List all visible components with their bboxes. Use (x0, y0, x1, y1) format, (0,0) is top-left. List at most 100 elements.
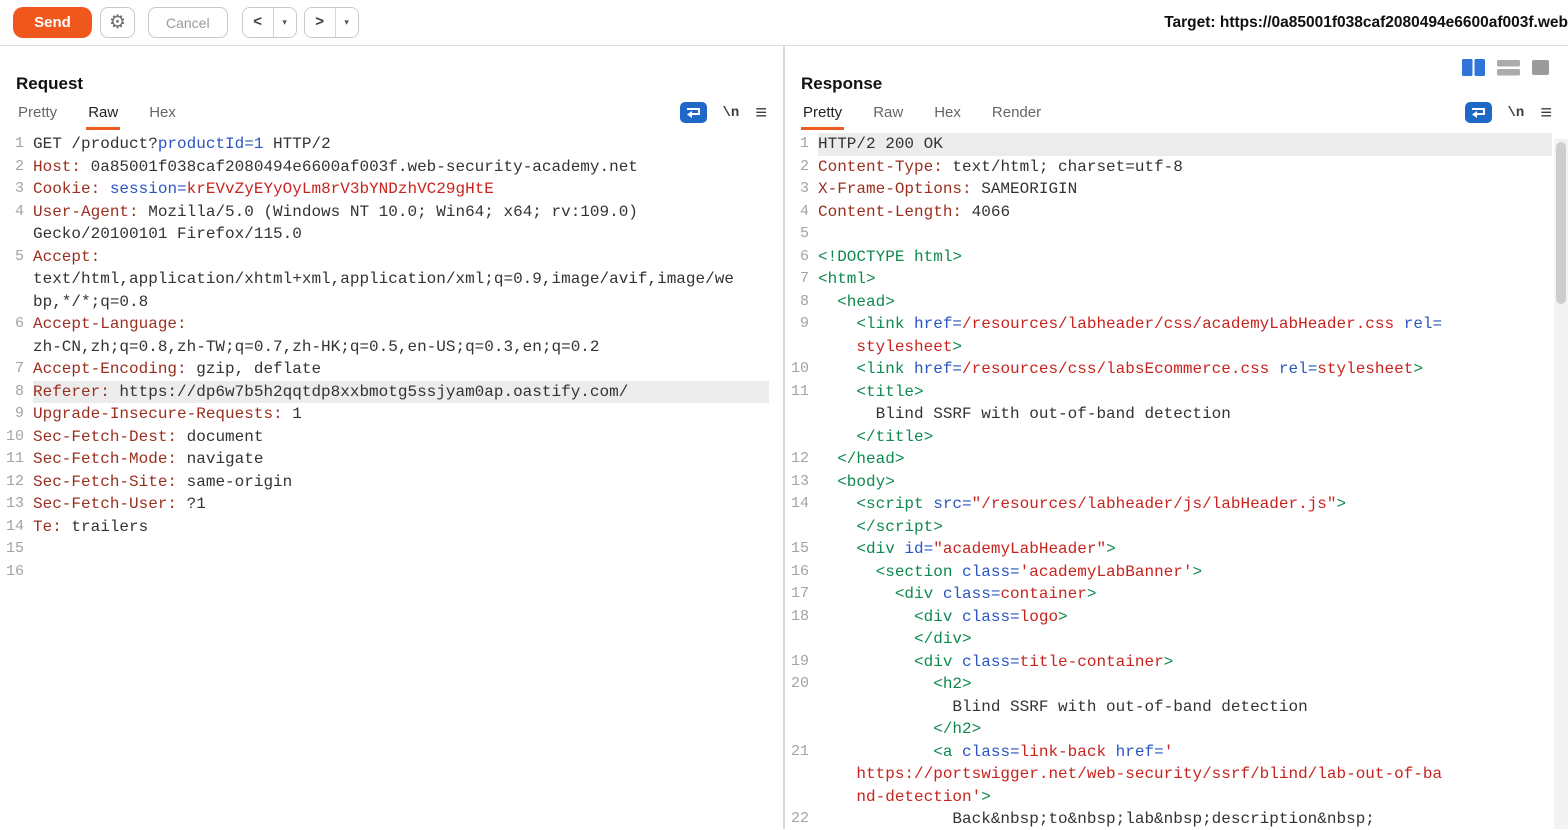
code-line[interactable]: 17 <div class=container> (785, 583, 1552, 606)
code-line[interactable]: 6Accept-Language: (0, 313, 769, 336)
code-line-text: </div> (818, 628, 1552, 651)
line-number: 5 (0, 246, 33, 269)
line-number: 4 (785, 201, 818, 224)
forward-dropdown-button[interactable]: ▾ (336, 8, 358, 37)
code-line[interactable]: 16 (0, 561, 769, 584)
code-line[interactable]: nd-detection'> (785, 786, 1552, 809)
tab-raw[interactable]: Raw (871, 104, 905, 130)
tab-pretty[interactable]: Pretty (16, 104, 59, 130)
code-line[interactable]: https://portswigger.net/web-security/ssr… (785, 763, 1552, 786)
layout-rows-icon[interactable] (1497, 59, 1520, 76)
cancel-button[interactable]: Cancel (148, 7, 228, 38)
tab-hex[interactable]: Hex (147, 104, 178, 130)
code-line[interactable]: stylesheet> (785, 336, 1552, 359)
code-line[interactable]: 5 (785, 223, 1552, 246)
back-button[interactable]: < (243, 8, 274, 37)
code-line[interactable]: 9 <link href=/resources/labheader/css/ac… (785, 313, 1552, 336)
code-line[interactable]: 4User-Agent: Mozilla/5.0 (Windows NT 10.… (0, 201, 769, 224)
forward-button[interactable]: > (305, 8, 336, 37)
code-line[interactable]: </h2> (785, 718, 1552, 741)
send-button[interactable]: Send (13, 7, 92, 38)
request-panel-title: Request (16, 74, 767, 94)
tab-hex[interactable]: Hex (932, 104, 963, 130)
line-number: 10 (785, 358, 818, 381)
code-line[interactable]: 1HTTP/2 200 OK (785, 133, 1552, 156)
code-line[interactable]: 10Sec-Fetch-Dest: document (0, 426, 769, 449)
editor-menu-icon[interactable]: ≡ (755, 103, 767, 123)
code-line[interactable]: 15 (0, 538, 769, 561)
code-line[interactable]: 13Sec-Fetch-User: ?1 (0, 493, 769, 516)
code-line[interactable]: 2Host: 0a85001f038caf2080494e6600af003f.… (0, 156, 769, 179)
code-line[interactable]: 3Cookie: session=krEVvZyEYyOyLm8rV3bYNDz… (0, 178, 769, 201)
code-line[interactable]: 11 <title> (785, 381, 1552, 404)
editor-menu-icon[interactable]: ≡ (1540, 103, 1552, 123)
code-line-text: Sec-Fetch-Site: same-origin (33, 471, 769, 494)
code-line-text: <section class='academyLabBanner'> (818, 561, 1552, 584)
code-line-text (33, 538, 769, 561)
code-line[interactable]: 14 <script src="/resources/labheader/js/… (785, 493, 1552, 516)
scrollbar-thumb[interactable] (1556, 142, 1566, 304)
code-line[interactable]: </div> (785, 628, 1552, 651)
line-number: 8 (785, 291, 818, 314)
code-line[interactable]: 6<!DOCTYPE html> (785, 246, 1552, 269)
code-line[interactable]: 3X-Frame-Options: SAMEORIGIN (785, 178, 1552, 201)
code-line[interactable]: 2Content-Type: text/html; charset=utf-8 (785, 156, 1552, 179)
line-number: 12 (0, 471, 33, 494)
code-line[interactable]: 14Te: trailers (0, 516, 769, 539)
code-line[interactable]: bp,*/*;q=0.8 (0, 291, 769, 314)
tab-render[interactable]: Render (990, 104, 1043, 130)
code-line-text: Accept-Language: (33, 313, 769, 336)
code-line[interactable]: 5Accept: (0, 246, 769, 269)
code-line[interactable]: 7Accept-Encoding: gzip, deflate (0, 358, 769, 381)
soft-wrap-toggle-icon[interactable] (1465, 102, 1492, 123)
line-number (785, 426, 818, 449)
line-number: 21 (785, 741, 818, 764)
code-line[interactable]: Gecko/20100101 Firefox/115.0 (0, 223, 769, 246)
code-line[interactable]: 13 <body> (785, 471, 1552, 494)
code-line[interactable]: 8 <head> (785, 291, 1552, 314)
request-editor[interactable]: 1GET /product?productId=1 HTTP/22Host: 0… (0, 133, 783, 583)
code-line[interactable]: 1GET /product?productId=1 HTTP/2 (0, 133, 769, 156)
response-scrollbar[interactable] (1554, 139, 1568, 829)
code-line[interactable]: 15 <div id="academyLabHeader"> (785, 538, 1552, 561)
code-line[interactable]: 12Sec-Fetch-Site: same-origin (0, 471, 769, 494)
code-line[interactable]: zh-CN,zh;q=0.8,zh-TW;q=0.7,zh-HK;q=0.5,e… (0, 336, 769, 359)
response-editor[interactable]: 1HTTP/2 200 OK2Content-Type: text/html; … (785, 133, 1554, 830)
back-dropdown-button[interactable]: ▾ (274, 8, 296, 37)
code-line-text: Sec-Fetch-Dest: document (33, 426, 769, 449)
code-line[interactable]: 19 <div class=title-container> (785, 651, 1552, 674)
code-line[interactable]: 10 <link href=/resources/css/labsEcommer… (785, 358, 1552, 381)
code-line[interactable]: </title> (785, 426, 1552, 449)
line-number: 7 (0, 358, 33, 381)
code-line[interactable]: 21 <a class=link-back href=' (785, 741, 1552, 764)
request-tabs: Pretty Raw Hex \n ≡ (0, 98, 783, 130)
code-line[interactable]: 22 Back&nbsp;to&nbsp;lab&nbsp;descriptio… (785, 808, 1552, 830)
layout-single-icon[interactable] (1532, 60, 1549, 75)
code-line[interactable]: text/html,application/xhtml+xml,applicat… (0, 268, 769, 291)
request-settings-button[interactable]: ⚙ (100, 7, 135, 38)
code-line[interactable]: 20 <h2> (785, 673, 1552, 696)
back-history-control: < ▾ (242, 7, 297, 38)
show-newlines-toggle[interactable]: \n (1508, 105, 1525, 121)
tab-pretty[interactable]: Pretty (801, 104, 844, 130)
code-line[interactable]: 16 <section class='academyLabBanner'> (785, 561, 1552, 584)
code-line-text: Sec-Fetch-Mode: navigate (33, 448, 769, 471)
show-newlines-toggle[interactable]: \n (723, 105, 740, 121)
code-line[interactable]: 11Sec-Fetch-Mode: navigate (0, 448, 769, 471)
code-line[interactable]: Blind SSRF with out-of-band detection (785, 403, 1552, 426)
code-line[interactable]: 12 </head> (785, 448, 1552, 471)
layout-columns-icon[interactable] (1462, 59, 1485, 76)
target-url: Target: https://0a85001f038caf2080494e66… (1164, 14, 1568, 32)
soft-wrap-toggle-icon[interactable] (680, 102, 707, 123)
code-line[interactable]: 8Referer: https://dp6w7b5h2qqtdp8xxbmotg… (0, 381, 769, 404)
code-line[interactable]: 9Upgrade-Insecure-Requests: 1 (0, 403, 769, 426)
code-line[interactable]: Blind SSRF with out-of-band detection (785, 696, 1552, 719)
code-line[interactable]: </script> (785, 516, 1552, 539)
code-line[interactable]: 18 <div class=logo> (785, 606, 1552, 629)
tab-raw[interactable]: Raw (86, 104, 120, 130)
code-line-text: <html> (818, 268, 1552, 291)
line-number: 3 (785, 178, 818, 201)
code-line[interactable]: 7<html> (785, 268, 1552, 291)
code-line[interactable]: 4Content-Length: 4066 (785, 201, 1552, 224)
code-line-text: stylesheet> (818, 336, 1552, 359)
